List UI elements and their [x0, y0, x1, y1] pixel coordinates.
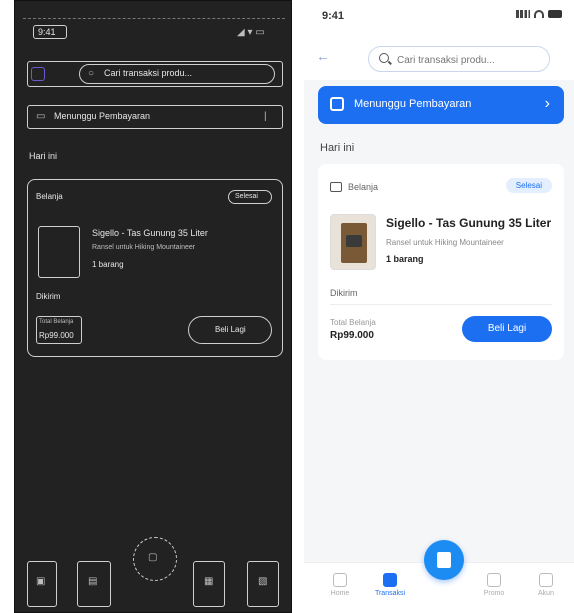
wireframe-order-card: Belanja Selesai Sigello - Tas Gunung 35 … [27, 179, 283, 357]
wireframe-search-text: Cari transaksi produ... [104, 68, 193, 78]
wireframe-buy-again-label: Beli Lagi [215, 325, 246, 334]
pending-payment-banner[interactable]: Menunggu Pembayaran › [318, 86, 564, 124]
wireframe-time-box: 9:41 [33, 25, 67, 39]
receipt-icon [383, 573, 397, 587]
home-icon [333, 573, 347, 587]
back-arrow-icon[interactable]: ← [316, 48, 330, 64]
product-description: Ransel untuk Hiking Mountaineer [386, 238, 504, 247]
wireframe-section-label: Hari ini [29, 151, 58, 161]
wallet-icon [330, 97, 344, 111]
nav-promo-label: Promo [483, 590, 505, 597]
signal-icon [516, 10, 530, 18]
total-value: Rp99.000 [330, 330, 374, 341]
product-quantity: 1 barang [386, 254, 424, 264]
order-status-text: Dikirim [330, 288, 358, 298]
wireframe-nav-transaksi-icon: ▤ [88, 576, 98, 587]
card-divider [330, 304, 552, 305]
wireframe-nav-promo[interactable]: ▦ [193, 561, 225, 607]
product-thumbnail[interactable] [330, 214, 376, 270]
wireframe-banner[interactable]: ▭ Menunggu Pembayaran | [27, 105, 283, 129]
account-icon [539, 573, 553, 587]
order-category-label: Belanja [348, 182, 379, 192]
order-card[interactable]: Belanja Selesai Sigello - Tas Gunung 35 … [318, 164, 564, 360]
wireframe-status-bar [23, 5, 285, 19]
wireframe-panel: 9:41 ◢ ▾ ▭ ○ Cari transaksi produ... ▭ M… [14, 0, 292, 613]
wireframe-banner-chevron: | [264, 111, 267, 122]
wireframe-back-icon[interactable] [31, 67, 45, 81]
wireframe-nav-home-icon: ▣ [36, 576, 46, 587]
wireframe-product-thumb [38, 226, 80, 278]
wireframe-order-badge-text: Selesai [235, 193, 258, 200]
search-box[interactable] [368, 46, 550, 72]
status-bar: 9:41 [304, 0, 574, 30]
search-icon [379, 53, 389, 63]
wireframe-total-label: Total Belanja [39, 319, 74, 325]
buy-again-button[interactable]: Beli Lagi [462, 316, 552, 342]
nav-akun[interactable]: Akun [526, 573, 566, 597]
wireframe-product-qty: 1 barang [92, 260, 124, 269]
backpack-pocket [346, 235, 362, 247]
nav-home-label: Home [330, 590, 350, 597]
wireframe-order-category: Belanja [36, 192, 63, 201]
wireframe-nav-transaksi[interactable]: ▤ [77, 561, 111, 607]
chevron-right-icon: › [544, 95, 550, 112]
section-label-today: Hari ini [320, 142, 355, 154]
status-time: 9:41 [322, 10, 345, 22]
search-input[interactable] [397, 51, 545, 69]
wireframe-order-status: Dikirim [36, 292, 61, 301]
wireframe-product-desc: Ransel untuk Hiking Mountaineer [92, 244, 196, 251]
wireframe-nav-akun[interactable]: ▧ [247, 561, 279, 607]
wifi-icon [534, 10, 544, 18]
wireframe-banner-icon: ▭ [36, 111, 46, 122]
product-name[interactable]: Sigello - Tas Gunung 35 Liter [386, 216, 556, 230]
document-icon [437, 552, 451, 568]
nav-promo[interactable]: Promo [474, 573, 514, 597]
wireframe-product-name: Sigello - Tas Gunung 35 Liter [92, 228, 208, 238]
shopping-bag-icon [330, 182, 342, 192]
wireframe-search-input[interactable]: ○ Cari transaksi produ... [79, 64, 275, 84]
wireframe-buy-again-button[interactable]: Beli Lagi [188, 316, 272, 344]
wireframe-banner-label: Menunggu Pembayaran [54, 111, 151, 121]
nav-transaksi[interactable]: Transaksi [370, 573, 410, 597]
wireframe-status-icons: ◢ ▾ ▭ [237, 27, 265, 38]
top-bar: ← [304, 30, 574, 80]
wireframe-nav-promo-icon: ▦ [204, 576, 214, 587]
nav-home[interactable]: Home [320, 573, 360, 597]
status-badge: Selesai [505, 178, 552, 193]
promo-icon [487, 573, 501, 587]
status-icons [516, 10, 562, 18]
order-category: Belanja [330, 182, 378, 192]
wireframe-time: 9:41 [38, 27, 56, 37]
nav-transaksi-label: Transaksi [374, 590, 406, 597]
nav-akun-label: Akun [538, 590, 554, 597]
wireframe-fab[interactable]: ▢ [133, 537, 177, 581]
pending-payment-label: Menunggu Pembayaran [354, 98, 472, 110]
battery-icon [548, 10, 562, 18]
total-label: Total Belanja [330, 318, 376, 327]
wireframe-order-badge: Selesai [228, 190, 272, 204]
center-action-button[interactable] [424, 540, 464, 580]
phone-screen: 9:41 ← Menunggu Pembayaran › Hari ini Be… [304, 0, 574, 613]
wireframe-total-box: Total Belanja Rp99.000 [36, 316, 82, 344]
wireframe-nav-akun-icon: ▧ [258, 576, 268, 587]
wireframe-nav-home[interactable]: ▣ [27, 561, 57, 607]
wireframe-fab-icon: ▢ [148, 552, 158, 563]
wireframe-search-icon: ○ [88, 68, 95, 79]
wireframe-total-value: Rp99.000 [39, 331, 74, 340]
